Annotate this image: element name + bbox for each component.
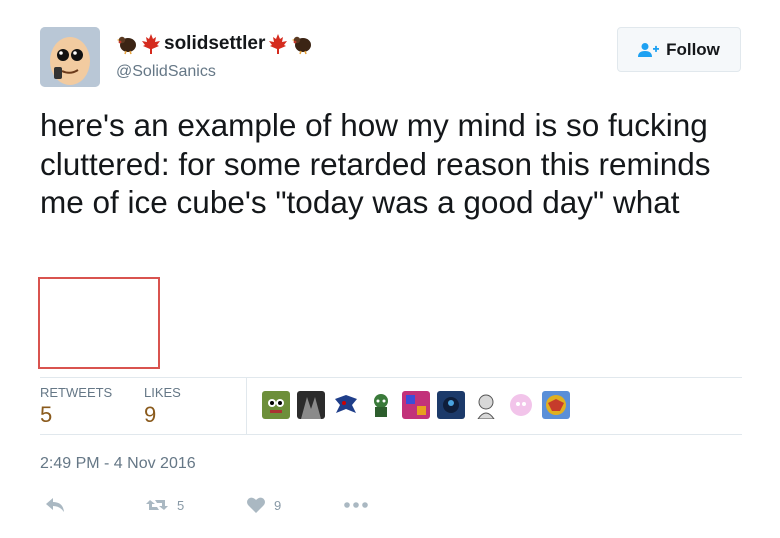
turkey-icon <box>291 33 313 55</box>
liker-avatar-2[interactable] <box>297 391 325 419</box>
follow-button-label: Follow <box>666 39 720 59</box>
maple-leaf-icon <box>140 33 162 55</box>
liker-avatar-8[interactable] <box>507 391 535 419</box>
liker-avatar-7[interactable] <box>472 391 500 419</box>
liker-avatar-3[interactable] <box>332 391 360 419</box>
liker-avatars <box>262 391 570 419</box>
retweet-icon <box>145 496 169 514</box>
turkey-icon <box>116 33 138 55</box>
like-count: 9 <box>274 497 282 513</box>
display-name[interactable]: solidsettler <box>164 33 265 55</box>
tweet-text: here's an example of how my mind is so f… <box>40 107 711 220</box>
stats-bottom-divider <box>40 434 742 435</box>
retweets-label[interactable]: RETWEETS <box>40 385 112 400</box>
liker-avatar-9[interactable] <box>542 391 570 419</box>
liker-avatar-4[interactable] <box>367 391 395 419</box>
liker-avatar-1[interactable] <box>262 391 290 419</box>
follow-button[interactable]: Follow <box>617 27 741 72</box>
heart-icon <box>246 496 266 514</box>
reply-icon <box>44 496 66 514</box>
reply-button[interactable] <box>44 494 66 516</box>
liker-avatar-6[interactable] <box>437 391 465 419</box>
likes-label[interactable]: LIKES <box>144 385 181 400</box>
more-button[interactable] <box>343 494 369 516</box>
stats-top-divider <box>40 377 742 378</box>
maple-leaf-icon <box>267 33 289 55</box>
like-button[interactable]: 9 <box>246 494 281 516</box>
retweet-count: 5 <box>177 497 185 513</box>
liker-avatar-5[interactable] <box>402 391 430 419</box>
user-name-row[interactable]: solidsettler <box>116 29 313 59</box>
user-handle[interactable]: @SolidSanics <box>116 63 216 81</box>
retweet-button[interactable]: 5 <box>145 494 184 516</box>
media-placeholder[interactable] <box>38 277 160 369</box>
tweet-timestamp[interactable]: 2:49 PM - 4 Nov 2016 <box>40 455 196 473</box>
more-icon <box>343 501 369 509</box>
add-user-icon <box>638 42 660 58</box>
stats-vertical-divider <box>246 377 247 434</box>
likes-count[interactable]: 9 <box>144 402 156 428</box>
retweets-count[interactable]: 5 <box>40 402 52 428</box>
user-avatar[interactable] <box>40 27 100 87</box>
